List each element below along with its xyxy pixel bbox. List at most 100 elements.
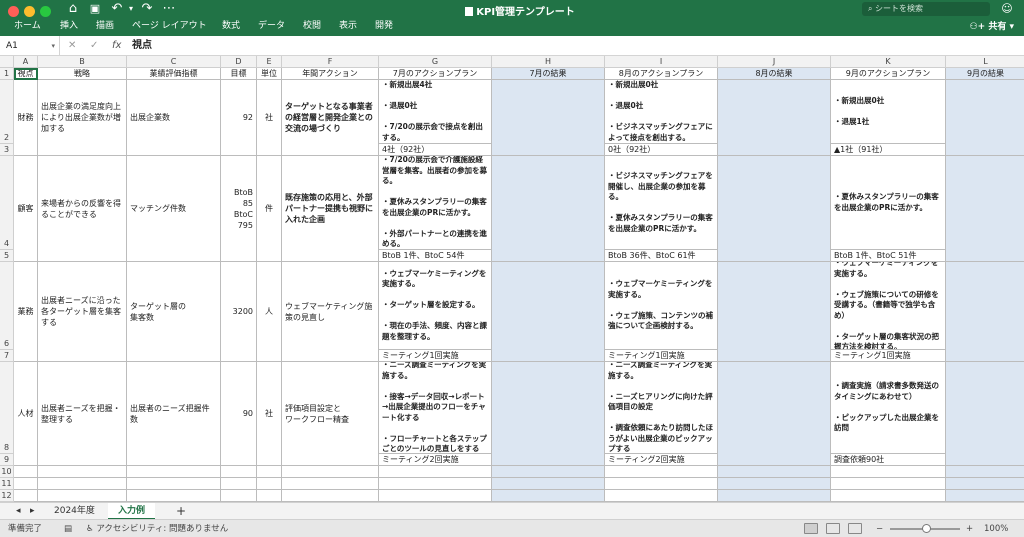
- record-3-res7[interactable]: ミーティング1回実施: [379, 350, 492, 362]
- record-4-result-l[interactable]: [946, 362, 1024, 466]
- record-3-plan9[interactable]: ・ウェブマーケミーティングを実施する。 ・ウェブ施策についての研修を受講する。（…: [831, 262, 946, 350]
- tab-review[interactable]: 校閲: [303, 19, 321, 33]
- column-header-j[interactable]: J: [718, 56, 831, 68]
- column-header-f[interactable]: F: [282, 56, 379, 68]
- column-header-i[interactable]: I: [605, 56, 718, 68]
- record-2-plan9[interactable]: ・夏休みスタンプラリーの集客を出展企業のPRに活かす。: [831, 156, 946, 250]
- empty-cell-f10[interactable]: [282, 466, 379, 478]
- record-1-result-h[interactable]: [492, 80, 605, 156]
- record-2-perspective[interactable]: 顧客: [14, 156, 38, 262]
- empty-cell-c11[interactable]: [127, 478, 221, 490]
- record-2-plan7[interactable]: ・7/20の展示会で介護施設経営層を集客。出展者の参加を募る。 ・夏休みスタンプ…: [379, 156, 492, 250]
- empty-cell-i10[interactable]: [605, 466, 718, 478]
- record-4-res9[interactable]: 調査依頼90社: [831, 454, 946, 466]
- header-cell-e[interactable]: 単位: [257, 68, 282, 80]
- header-cell-j[interactable]: 8月の結果: [718, 68, 831, 80]
- share-button[interactable]: ⚇+ 共有 ▾: [970, 19, 1014, 32]
- record-4-annual-action[interactable]: 評価項目設定と ワークフロー精査: [282, 362, 379, 466]
- column-header-g[interactable]: G: [379, 56, 492, 68]
- empty-cell-b10[interactable]: [38, 466, 127, 478]
- empty-cell-l12[interactable]: [946, 490, 1024, 502]
- column-header-l[interactable]: L: [946, 56, 1024, 68]
- empty-cell-h10[interactable]: [492, 466, 605, 478]
- column-header-a[interactable]: A: [14, 56, 38, 68]
- record-3-plan8[interactable]: ・ウェブマーケミーティングを実施する。 ・ウェブ施策、コンテンツの補強について企…: [605, 262, 718, 350]
- record-3-result-l[interactable]: [946, 262, 1024, 362]
- insert-function-icon[interactable]: fx: [112, 36, 121, 56]
- record-3-unit[interactable]: 人: [257, 262, 282, 362]
- record-1-target[interactable]: 92: [221, 80, 257, 156]
- page-layout-view-button[interactable]: [826, 523, 840, 534]
- empty-cell-j11[interactable]: [718, 478, 831, 490]
- header-cell-d[interactable]: 目標: [221, 68, 257, 80]
- row-header-1[interactable]: 1: [0, 68, 14, 80]
- header-cell-k[interactable]: 9月のアクションプラン: [831, 68, 946, 80]
- empty-cell-h11[interactable]: [492, 478, 605, 490]
- empty-cell-k10[interactable]: [831, 466, 946, 478]
- macro-record-icon[interactable]: ▤: [64, 520, 72, 537]
- record-1-plan7[interactable]: ・新規出展4社 ・退展0社 ・7/20の展示会で接点を創出する。: [379, 80, 492, 144]
- header-cell-a[interactable]: 視点: [14, 68, 38, 80]
- chevron-down-icon[interactable]: ▾: [51, 36, 55, 56]
- empty-cell-e11[interactable]: [257, 478, 282, 490]
- empty-cell-a12[interactable]: [14, 490, 38, 502]
- column-header-e[interactable]: E: [257, 56, 282, 68]
- record-2-result-l[interactable]: [946, 156, 1024, 262]
- record-2-res9[interactable]: BtoB 1件、BtoC 51件: [831, 250, 946, 262]
- close-window-button[interactable]: [8, 6, 19, 17]
- record-2-strategy[interactable]: 来場者からの反響を得ることができる: [38, 156, 127, 262]
- undo-dropdown-icon[interactable]: ▾: [126, 1, 136, 17]
- minimize-window-button[interactable]: [24, 6, 35, 17]
- sheet-nav-next-icon[interactable]: ▸: [20, 503, 45, 520]
- record-4-plan8[interactable]: ・ニーズ調査ミーティングを実施する。 ・ニーズヒアリングに向けた評価項目の設定 …: [605, 362, 718, 454]
- record-1-res8[interactable]: 0社（92社）: [605, 144, 718, 156]
- redo-icon[interactable]: ↷: [140, 1, 154, 17]
- record-3-plan7[interactable]: ・ウェブマーケミーティングを実施する。 ・ターゲット層を設定する。 ・現在の手法…: [379, 262, 492, 350]
- tab-data[interactable]: データ: [258, 19, 285, 33]
- record-1-unit[interactable]: 社: [257, 80, 282, 156]
- row-header-9[interactable]: 9: [0, 454, 14, 466]
- tab-view[interactable]: 表示: [339, 19, 357, 33]
- empty-cell-a11[interactable]: [14, 478, 38, 490]
- record-3-result-j[interactable]: [718, 262, 831, 362]
- column-header-b[interactable]: B: [38, 56, 127, 68]
- sheet-tab-2024[interactable]: 2024年度: [44, 503, 105, 520]
- record-3-perspective[interactable]: 業務: [14, 262, 38, 362]
- record-2-unit[interactable]: 件: [257, 156, 282, 262]
- empty-cell-c12[interactable]: [127, 490, 221, 502]
- cancel-icon[interactable]: ✕: [68, 36, 76, 56]
- record-2-kpi[interactable]: マッチング件数: [127, 156, 221, 262]
- empty-cell-d12[interactable]: [221, 490, 257, 502]
- empty-cell-e12[interactable]: [257, 490, 282, 502]
- empty-cell-a10[interactable]: [14, 466, 38, 478]
- record-2-target[interactable]: BtoB 85 BtoC 795: [221, 156, 257, 262]
- record-4-kpi[interactable]: 出展者のニーズ把握件数: [127, 362, 221, 466]
- column-header-c[interactable]: C: [127, 56, 221, 68]
- header-cell-i[interactable]: 8月のアクションプラン: [605, 68, 718, 80]
- empty-cell-i12[interactable]: [605, 490, 718, 502]
- add-sheet-button[interactable]: +: [166, 503, 196, 520]
- row-header-10[interactable]: 10: [0, 466, 14, 478]
- empty-cell-l11[interactable]: [946, 478, 1024, 490]
- tab-formulas[interactable]: 数式: [222, 19, 240, 33]
- column-header-d[interactable]: D: [221, 56, 257, 68]
- tab-draw[interactable]: 描画: [96, 19, 114, 33]
- empty-cell-d10[interactable]: [221, 466, 257, 478]
- record-4-plan7[interactable]: ・ニーズ調査ミーティングを実施する。 ・接客→データ回収→レポート→出展企業提出…: [379, 362, 492, 454]
- record-2-res7[interactable]: BtoB 1件、BtoC 54件: [379, 250, 492, 262]
- record-1-annual-action[interactable]: ターゲットとなる事業者の経営層と開発企業との交流の場づくり: [282, 80, 379, 156]
- worksheet-grid[interactable]: A B C D E F G H I J K L 1 2 3 4 5 6 7 8 9 10 11 12 視点 戦略 業績評価指標 目標単…: [0, 56, 1024, 502]
- column-header-k[interactable]: K: [831, 56, 946, 68]
- header-cell-g[interactable]: 7月のアクションプラン: [379, 68, 492, 80]
- empty-cell-i11[interactable]: [605, 478, 718, 490]
- record-3-res9[interactable]: ミーティング1回実施: [831, 350, 946, 362]
- record-1-result-j[interactable]: [718, 80, 831, 156]
- row-header-6[interactable]: 6: [0, 262, 14, 350]
- tab-home[interactable]: ホーム: [14, 19, 41, 33]
- zoom-in-button[interactable]: +: [966, 520, 973, 537]
- record-1-plan8[interactable]: ・新規出展0社 ・退展0社 ・ビジネスマッチングフェアによって接点を創出する。: [605, 80, 718, 144]
- tab-developer[interactable]: 開発: [375, 19, 393, 33]
- empty-cell-d11[interactable]: [221, 478, 257, 490]
- tab-insert[interactable]: 挿入: [60, 19, 78, 33]
- record-1-kpi[interactable]: 出展企業数: [127, 80, 221, 156]
